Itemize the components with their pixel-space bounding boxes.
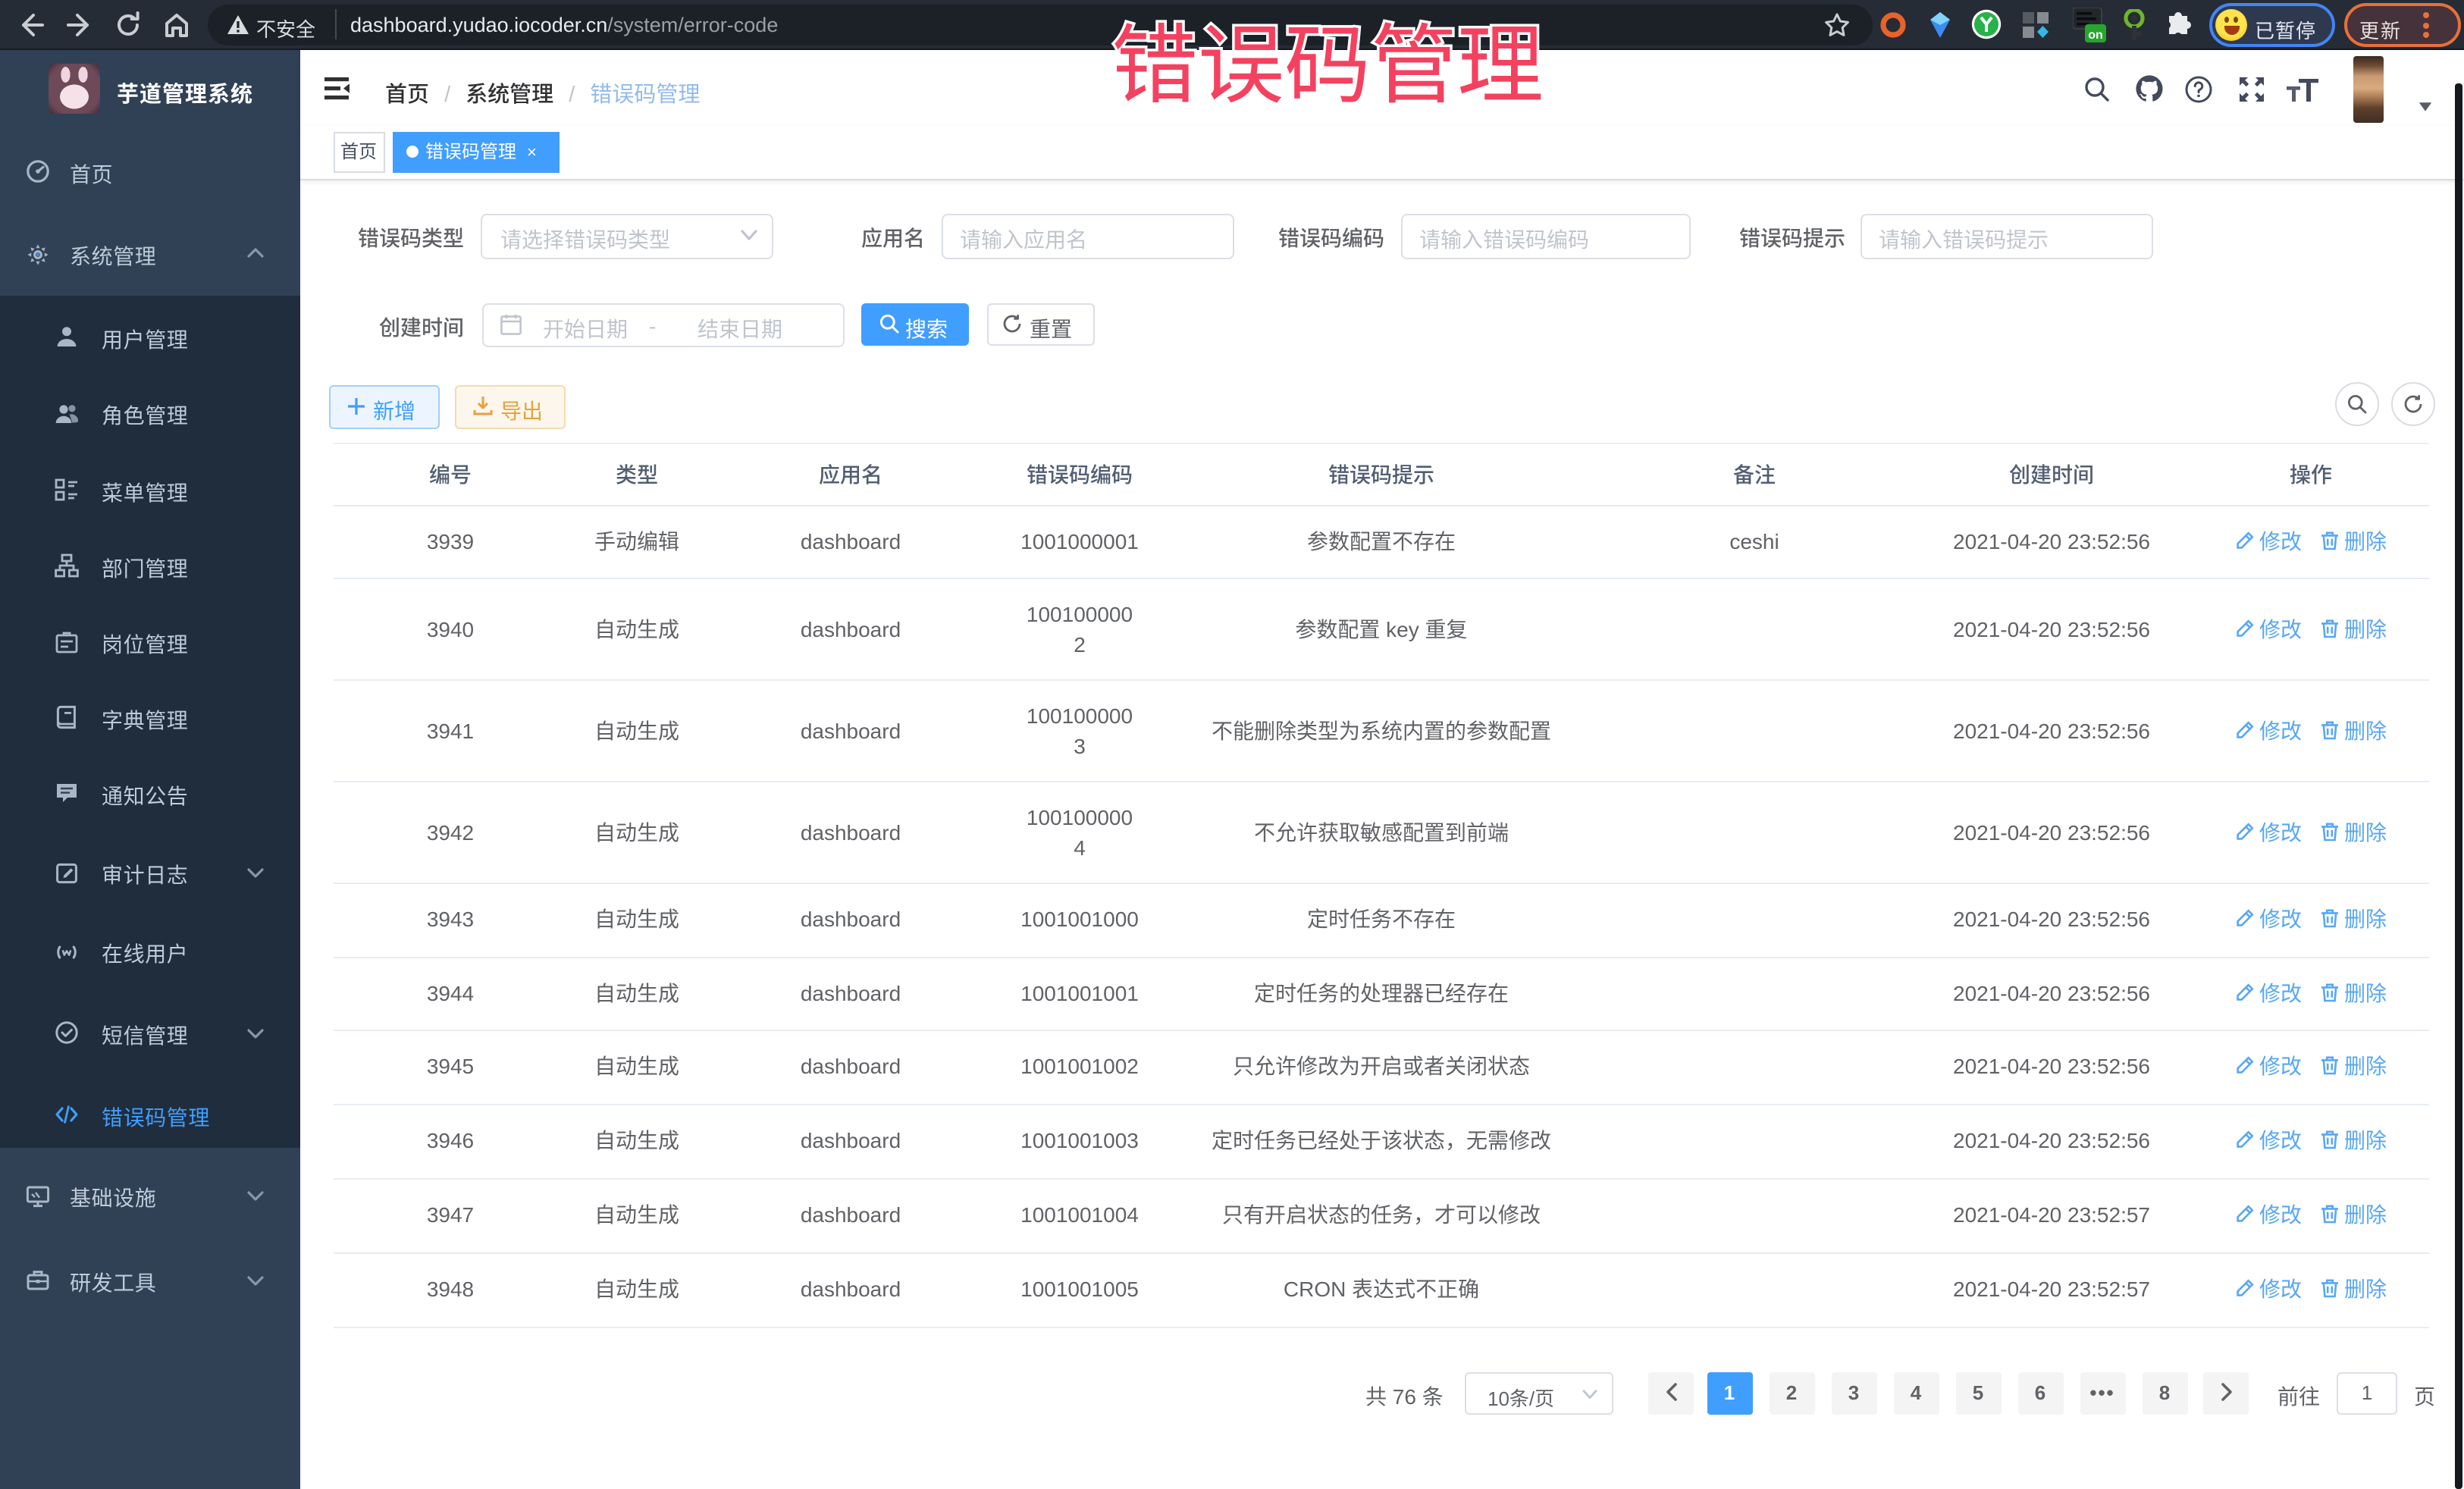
svg-text:on: on (2088, 29, 2103, 42)
